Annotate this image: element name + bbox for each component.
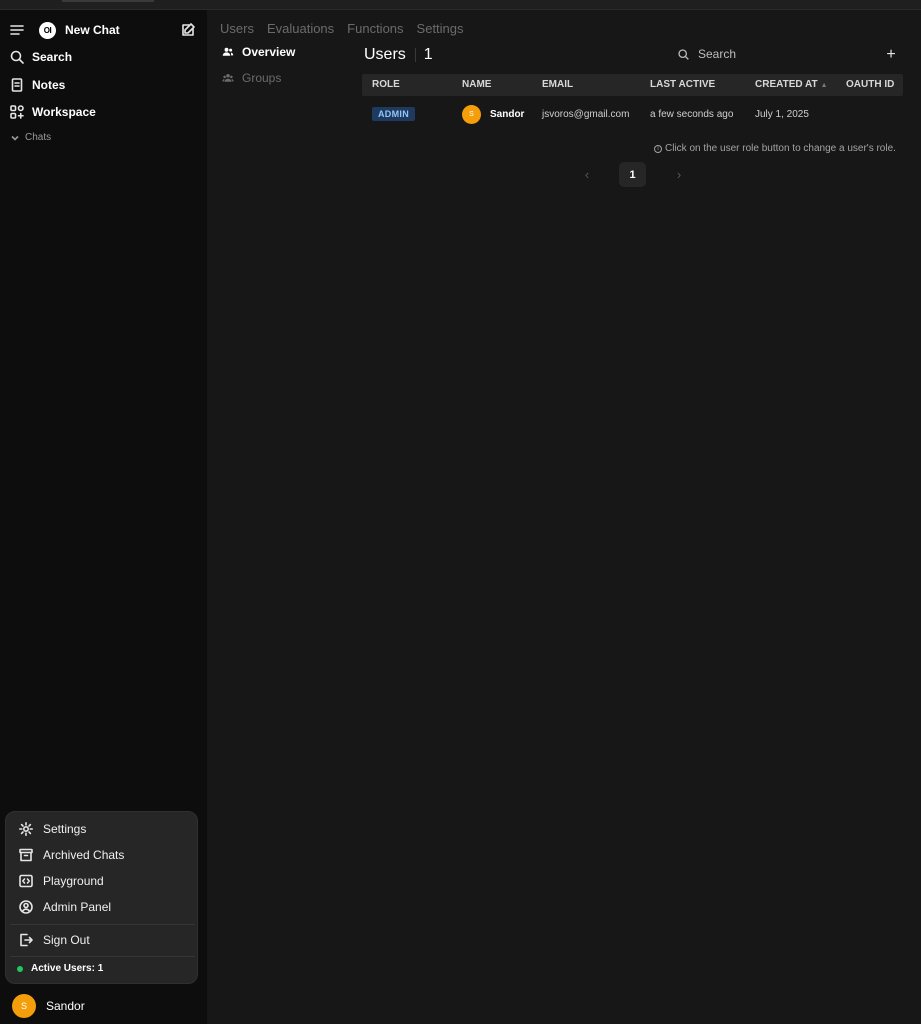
sidebar-item-workspace[interactable]: Workspace (0, 99, 207, 125)
menu-icon[interactable] (9, 22, 25, 38)
column-header-role[interactable]: ROLE (372, 74, 400, 96)
table-row: ADMIN S Sandor jsvoros@gmail.com a few s… (362, 100, 903, 128)
column-header-label: CREATED AT (755, 79, 818, 90)
menu-item-label: Settings (43, 822, 87, 836)
email-cell: jsvoros@gmail.com (542, 108, 630, 120)
role-cell: ADMIN (372, 100, 415, 128)
menu-item-sign-out[interactable]: Sign Out (6, 928, 199, 952)
sidebar-user-button[interactable]: S Sandor (12, 994, 85, 1018)
column-header-oauth-id[interactable]: OAUTH ID (846, 74, 894, 96)
admin-top-nav: Users Evaluations Functions Settings (220, 21, 464, 36)
menu-item-archived-chats[interactable]: Archived Chats (6, 843, 199, 867)
column-header-last-active[interactable]: LAST ACTIVE (650, 74, 715, 96)
sidebar-item-notes[interactable]: Notes (0, 72, 207, 98)
notes-icon (9, 77, 25, 93)
pagination-page-button[interactable]: 1 (619, 162, 646, 187)
search-icon (9, 49, 25, 65)
sidebar-header: OI New Chat (0, 17, 207, 43)
subnav-overview[interactable]: Overview (222, 45, 295, 59)
column-header-created-at[interactable]: CREATED AT ▲ (755, 74, 828, 96)
gear-icon (18, 821, 34, 837)
active-users-label: Active Users: 1 (31, 963, 104, 974)
subnav-label: Groups (242, 71, 282, 85)
chats-section-toggle[interactable]: Chats (10, 132, 51, 143)
browser-tab-indicator (62, 0, 154, 2)
column-header-name[interactable]: NAME (462, 74, 491, 96)
page-title: Users 1 (364, 46, 433, 64)
role-badge-button[interactable]: ADMIN (372, 107, 415, 121)
info-icon: i (654, 144, 662, 153)
user-search[interactable]: Search (677, 47, 736, 61)
online-status-dot (17, 965, 23, 972)
name-cell: S Sandor (462, 100, 524, 128)
chats-label: Chats (25, 132, 52, 143)
sidebar: OI New Chat Search Notes Workspace Chats (0, 10, 207, 1024)
created-at-cell: July 1, 2025 (755, 108, 809, 120)
sidebar-item-label: Search (32, 50, 73, 64)
tab-users[interactable]: Users (220, 21, 254, 36)
user-circle-icon (18, 899, 34, 915)
active-users-status: Active Users: 1 (17, 963, 103, 974)
group-icon (222, 73, 234, 82)
menu-divider (10, 956, 195, 957)
window-top-strip (0, 0, 921, 10)
menu-divider (10, 924, 195, 925)
app-logo: OI (39, 21, 56, 39)
new-chat-edit-icon[interactable] (180, 22, 196, 38)
hint-text: Click on the user role button to change … (665, 143, 896, 154)
title-divider (414, 48, 416, 62)
sort-ascending-icon: ▲ (820, 82, 828, 89)
code-icon (18, 873, 34, 889)
avatar: S (12, 994, 36, 1018)
add-user-button[interactable]: + (884, 46, 898, 64)
sidebar-item-label: Notes (32, 78, 66, 92)
new-chat-link[interactable]: New Chat (65, 23, 120, 37)
sidebar-item-search[interactable]: Search (0, 44, 207, 70)
users-icon (222, 47, 234, 56)
user-name: Sandor (490, 108, 525, 120)
users-table-header: ROLE NAME EMAIL LAST ACTIVE CREATED AT ▲ … (362, 74, 903, 96)
workspace-icon (9, 104, 25, 120)
subnav-groups[interactable]: Groups (222, 71, 281, 85)
pagination-prev-button[interactable]: ‹ (580, 166, 594, 184)
menu-item-admin-panel[interactable]: Admin Panel (6, 895, 199, 919)
user-menu: Settings Archived Chats Playground Admin… (5, 811, 198, 984)
role-change-hint: i Click on the user role button to chang… (654, 143, 896, 154)
last-active-cell: a few seconds ago (650, 108, 734, 120)
search-icon (678, 48, 689, 60)
subnav-label: Overview (242, 45, 296, 59)
menu-item-playground[interactable]: Playground (6, 869, 199, 893)
search-input[interactable]: Search (698, 47, 736, 61)
menu-item-settings[interactable]: Settings (6, 817, 199, 841)
column-header-email[interactable]: EMAIL (542, 74, 573, 96)
tab-evaluations[interactable]: Evaluations (267, 21, 334, 36)
archive-icon (18, 847, 34, 863)
sidebar-item-label: Workspace (32, 105, 96, 119)
chevron-down-icon (11, 135, 19, 141)
avatar: S (462, 104, 481, 124)
users-count: 1 (423, 46, 433, 63)
users-title-text: Users (364, 46, 406, 63)
menu-item-label: Admin Panel (43, 900, 112, 914)
menu-item-label: Sign Out (43, 933, 90, 947)
pagination-next-button[interactable]: › (672, 166, 686, 184)
sign-out-icon (18, 932, 34, 948)
menu-item-label: Playground (43, 874, 104, 888)
menu-item-label: Archived Chats (43, 848, 125, 862)
user-name: Sandor (46, 999, 85, 1013)
tab-functions[interactable]: Functions (347, 21, 403, 36)
tab-settings[interactable]: Settings (417, 21, 464, 36)
